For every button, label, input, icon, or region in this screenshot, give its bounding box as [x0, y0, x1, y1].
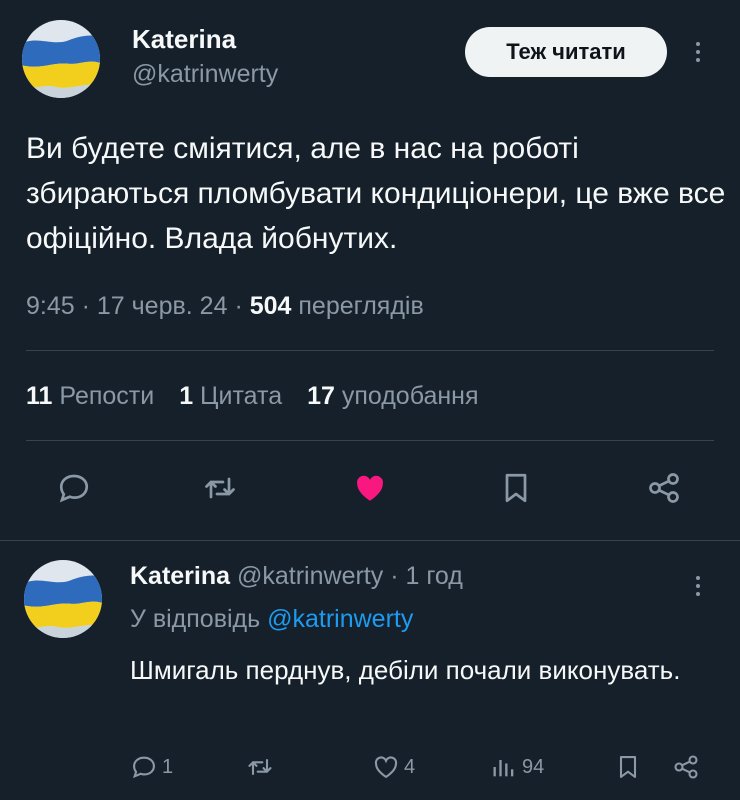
reply-author-handle[interactable]: @katrinwerty	[237, 562, 383, 590]
meta-separator: ·	[390, 562, 399, 590]
divider	[26, 440, 714, 441]
tweet-time[interactable]: 9:45	[26, 292, 75, 320]
tweet-text: Ви будете сміятися, але в нас на роботі …	[26, 132, 726, 255]
reply-author-name[interactable]: Katerina	[130, 562, 230, 590]
tweet-meta: 9:45 · 17 черв. 24 · 504 переглядів	[26, 292, 424, 321]
more-options-icon[interactable]	[686, 32, 710, 72]
engagement-stats: 11 Репости 1 Цитата 17 уподобання	[26, 382, 497, 411]
divider	[26, 350, 714, 351]
heart-filled-icon[interactable]	[348, 466, 392, 510]
views-label: переглядів	[298, 292, 424, 320]
replying-prefix: У відповідь	[130, 605, 261, 633]
reply-icon	[132, 756, 155, 779]
bookmark-icon	[619, 756, 637, 778]
reply-share-button[interactable]	[672, 752, 700, 782]
meta-separator: ·	[81, 292, 97, 320]
share-icon	[674, 755, 698, 779]
retweet-icon	[248, 758, 272, 776]
reply-count: 1	[162, 755, 174, 778]
reply-views-button[interactable]: 94	[490, 752, 544, 782]
tweet-date[interactable]: 17 черв. 24	[97, 292, 228, 320]
avatar[interactable]	[22, 20, 100, 98]
views-count: 94	[522, 755, 545, 778]
reply-text: Шмигаль перднув, дебіли почали виконуват…	[130, 655, 681, 685]
reply-like-button[interactable]: 4	[372, 752, 415, 782]
reply-bookmark-button[interactable]	[614, 752, 642, 782]
like-count: 4	[404, 755, 416, 778]
quotes-stat[interactable]: 1 Цитата	[179, 382, 282, 410]
reposts-stat[interactable]: 11 Репости	[26, 382, 154, 410]
retweet-icon[interactable]	[198, 466, 242, 510]
views-count: 504	[249, 292, 292, 320]
reply-reply-button[interactable]: 1	[130, 752, 173, 782]
meta-separator: ·	[234, 292, 250, 320]
share-icon[interactable]	[642, 466, 686, 510]
reply-retweet-button[interactable]	[246, 752, 278, 782]
author-handle[interactable]: @katrinwerty	[132, 60, 278, 89]
heart-icon	[374, 756, 398, 779]
thread-separator	[0, 540, 740, 541]
reply-icon[interactable]	[52, 466, 96, 510]
views-icon	[493, 760, 514, 777]
mention-link[interactable]: @katrinwerty	[267, 605, 413, 633]
reply-avatar[interactable]	[24, 560, 102, 638]
author-name[interactable]: Katerina	[132, 24, 236, 55]
follow-button[interactable]: Теж читати	[465, 27, 667, 77]
likes-stat[interactable]: 17 уподобання	[307, 382, 478, 410]
more-options-icon[interactable]	[686, 566, 710, 606]
replying-to: У відповідь @katrinwerty	[130, 605, 413, 634]
reply-header: Katerina @katrinwerty · 1 год	[130, 562, 463, 591]
reply-age[interactable]: 1 год	[405, 562, 462, 590]
bookmark-icon[interactable]	[494, 466, 538, 510]
